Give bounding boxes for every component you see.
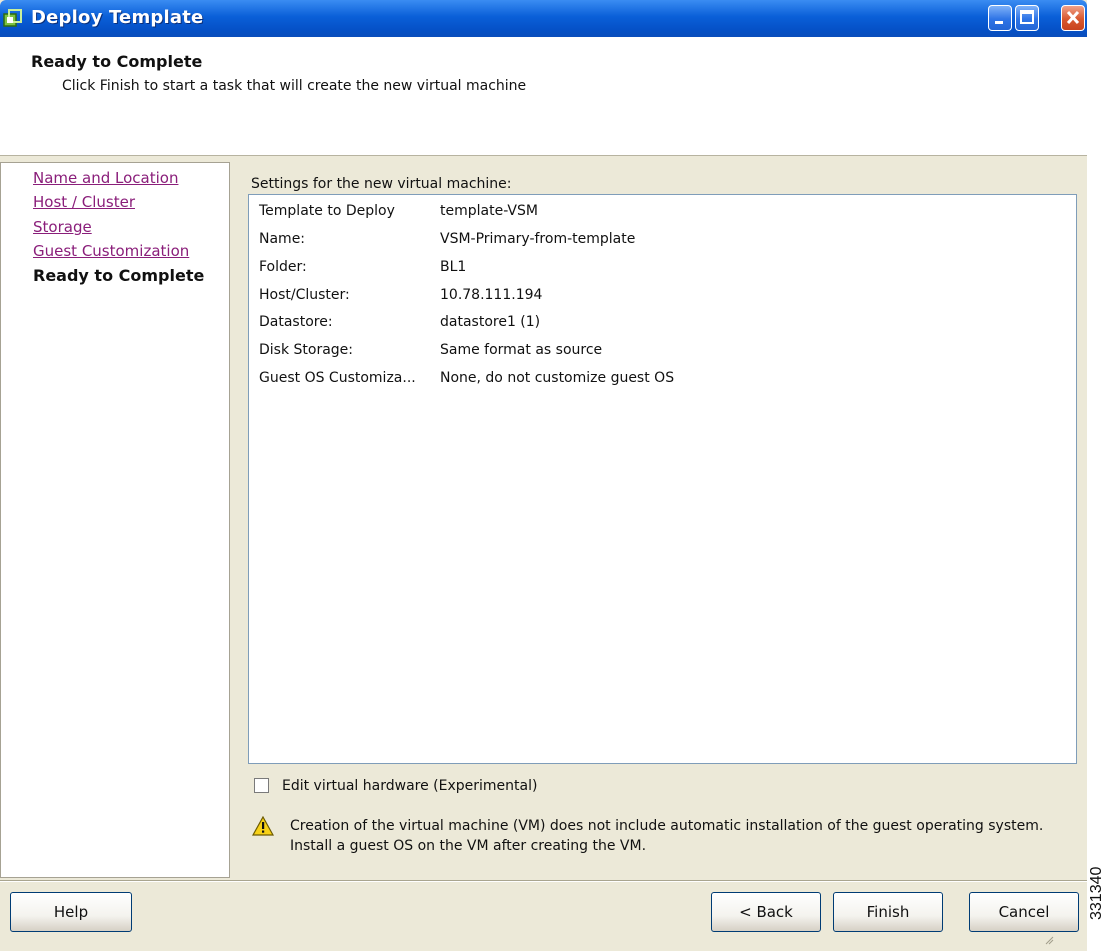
vmware-template-icon [3,9,23,29]
settings-summary-list[interactable]: Template to Deploy template-VSM Name: VS… [248,194,1077,764]
deploy-template-window: Deploy Template Ready to Complete Click … [0,0,1087,951]
page-title: Ready to Complete [31,52,203,71]
settings-value: BL1 [440,259,467,275]
settings-key: Guest OS Customiza... [259,370,416,386]
settings-key: Folder: [259,259,307,275]
settings-value: 10.78.111.194 [440,287,543,303]
help-button[interactable]: Help [10,892,132,932]
settings-key: Disk Storage: [259,342,354,358]
close-icon [1066,10,1080,25]
settings-value: Same format as source [440,342,603,358]
title-bar[interactable]: Deploy Template [0,0,1087,37]
nav-item-host-cluster[interactable]: Host / Cluster [33,193,135,211]
settings-label: Settings for the new virtual machine: [251,176,512,192]
settings-key: Template to Deploy [259,203,395,219]
cancel-button[interactable]: Cancel [969,892,1079,932]
warning-icon [251,815,275,840]
settings-key: Datastore: [259,314,333,330]
minimize-icon [995,21,1003,24]
settings-key: Host/Cluster: [259,287,350,303]
page-subtitle: Click Finish to start a task that will c… [62,78,527,94]
wizard-header: Ready to Complete Click Finish to start … [0,37,1087,156]
nav-item-ready-to-complete: Ready to Complete [33,266,205,285]
warning-message: Creation of the virtual machine (VM) doe… [251,815,1072,860]
settings-value: VSM-Primary-from-template [440,231,636,247]
edit-virtual-hardware-label[interactable]: Edit virtual hardware (Experimental) [282,778,537,794]
settings-value: datastore1 (1) [440,314,541,330]
nav-item-name-and-location[interactable]: Name and Location [33,169,178,187]
back-button[interactable]: < Back [711,892,821,932]
window-title: Deploy Template [31,7,204,28]
close-button[interactable] [1061,5,1085,31]
maximize-button[interactable] [1015,5,1039,31]
settings-key: Name: [259,231,306,247]
minimize-button[interactable] [988,5,1012,31]
nav-item-storage[interactable]: Storage [33,218,92,236]
finish-button[interactable]: Finish [833,892,943,932]
maximize-icon [1020,10,1034,24]
resize-grip-icon[interactable] [1044,930,1054,949]
footer-divider [0,880,1087,882]
settings-value: None, do not customize guest OS [440,370,675,386]
settings-value: template-VSM [440,203,538,219]
figure-id-label: 331340 [1088,866,1105,920]
wizard-steps-nav: Name and Location Host / Cluster Storage… [0,162,230,878]
warning-text: Creation of the virtual machine (VM) doe… [290,818,1044,854]
nav-item-guest-customization[interactable]: Guest Customization [33,242,189,260]
edit-virtual-hardware-checkbox[interactable] [254,778,269,793]
